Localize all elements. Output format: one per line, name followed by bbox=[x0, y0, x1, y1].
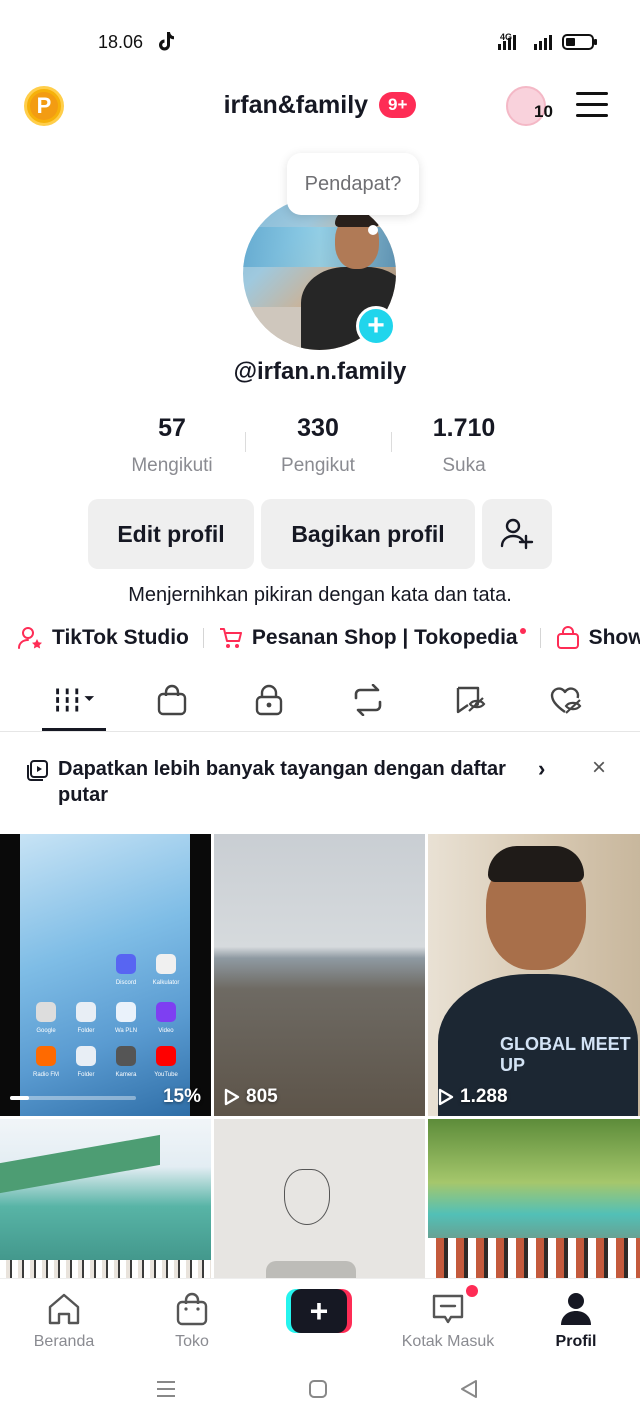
share-profile-button[interactable]: Bagikan profil bbox=[261, 499, 475, 569]
lock-icon bbox=[255, 684, 283, 716]
video-tile[interactable]: Discord Kalkulator Google Folder Wa PLN … bbox=[0, 834, 211, 1116]
stat-value: 57 bbox=[158, 414, 186, 442]
video-tile[interactable] bbox=[0, 1119, 211, 1278]
play-icon bbox=[224, 1088, 240, 1106]
shop-bag-icon bbox=[157, 684, 187, 716]
nav-shop[interactable]: Toko bbox=[142, 1289, 242, 1351]
bubble-tail bbox=[368, 225, 378, 235]
cart-icon bbox=[219, 628, 242, 648]
stat-value: 1.710 bbox=[432, 414, 496, 442]
recent-apps-icon[interactable] bbox=[154, 1379, 178, 1399]
edit-profile-button[interactable]: Edit profil bbox=[88, 499, 254, 569]
add-user-icon bbox=[500, 518, 534, 550]
tab-liked[interactable] bbox=[542, 680, 590, 720]
home-icon bbox=[48, 1293, 80, 1325]
tab-private[interactable] bbox=[245, 680, 293, 720]
add-friend-button[interactable] bbox=[482, 499, 552, 569]
inbox-notification-dot bbox=[466, 1285, 478, 1297]
nav-home[interactable]: Beranda bbox=[14, 1289, 114, 1351]
video-tile[interactable] bbox=[214, 1119, 425, 1278]
tiktok-notification-icon bbox=[159, 32, 174, 51]
link-divider bbox=[539, 628, 541, 648]
status-bar: 18.06 4G bbox=[0, 0, 640, 86]
link-label: TikTok Studio bbox=[52, 626, 189, 649]
opinion-bubble[interactable]: Pendapat? bbox=[287, 153, 419, 215]
shop-icon bbox=[176, 1292, 208, 1326]
nav-label: Toko bbox=[175, 1333, 209, 1350]
stat-following[interactable]: 57 Mengikuti bbox=[99, 414, 245, 484]
profile-links: TikTok Studio Pesanan Shop | Tokopedia S… bbox=[18, 620, 640, 656]
favorites-icon bbox=[456, 686, 486, 714]
link-label: Pesanan Shop | Tokopedia bbox=[251, 626, 518, 649]
close-icon[interactable]: × bbox=[592, 754, 606, 782]
view-count: 1.288 bbox=[438, 1086, 508, 1108]
hamburger-menu-icon[interactable] bbox=[576, 92, 608, 118]
stat-divider bbox=[391, 432, 392, 452]
profile-bio: Menjernihkan pikiran dengan kata dan tat… bbox=[128, 584, 512, 606]
upload-progress-bar bbox=[10, 1096, 136, 1100]
battery-icon bbox=[562, 34, 597, 50]
view-count: 805 bbox=[224, 1086, 278, 1108]
tab-reposts[interactable] bbox=[344, 680, 392, 720]
shirt-text: GLOBAL MEET UP bbox=[500, 1034, 631, 1075]
profile-header: P irfan&family 9+ 10 bbox=[0, 86, 640, 146]
banner-text: Dapatkan lebih banyak tayangan dengan da… bbox=[58, 758, 506, 806]
videos-grid-icon bbox=[56, 688, 95, 712]
playlist-icon bbox=[27, 760, 48, 781]
inbox-icon bbox=[432, 1294, 464, 1324]
upload-progress-text: 15% bbox=[162, 1086, 201, 1107]
tiktok-studio-link[interactable]: TikTok Studio bbox=[18, 626, 189, 650]
plus-icon: + bbox=[291, 1289, 347, 1333]
video-grid: Discord Kalkulator Google Folder Wa PLN … bbox=[0, 834, 640, 1278]
status-time: 18.06 bbox=[98, 32, 144, 52]
play-icon bbox=[438, 1088, 454, 1106]
profile-stats: 57 Mengikuti 330 Pengikut 1.710 Suka bbox=[99, 414, 539, 484]
stat-divider bbox=[245, 432, 246, 452]
create-button[interactable]: + bbox=[286, 1289, 352, 1333]
tokopedia-orders-link[interactable]: Pesanan Shop | Tokopedia bbox=[218, 626, 526, 650]
home-button-icon[interactable] bbox=[308, 1379, 328, 1399]
stat-label: Suka bbox=[442, 455, 486, 476]
video-tile[interactable]: GLOBAL MEET UP 1.288 bbox=[428, 834, 640, 1116]
system-nav-bar bbox=[0, 1360, 640, 1422]
signal-icon: 4G bbox=[498, 32, 552, 50]
bottom-nav: Beranda Toko + Kotak Masuk Profil bbox=[0, 1278, 640, 1360]
notification-badge: 9+ bbox=[379, 92, 417, 119]
nav-label: Beranda bbox=[33, 1333, 95, 1350]
showcase-link[interactable]: Show bbox=[555, 626, 640, 650]
video-tile[interactable] bbox=[428, 1119, 640, 1278]
playlist-banner[interactable]: Dapatkan lebih banyak tayangan dengan da… bbox=[26, 754, 626, 812]
repost-icon bbox=[354, 684, 382, 716]
stat-value: 330 bbox=[297, 414, 339, 442]
stat-label: Mengikuti bbox=[131, 455, 213, 476]
profile-visitors-count: 10 bbox=[534, 102, 553, 121]
stat-label: Pengikut bbox=[281, 455, 355, 476]
content-tabs bbox=[0, 670, 640, 732]
username: @irfan.n.family bbox=[233, 358, 407, 385]
link-divider bbox=[202, 628, 204, 648]
person-star-icon bbox=[18, 627, 42, 649]
video-tile[interactable]: 805 bbox=[214, 834, 425, 1116]
nav-label: Kotak Masuk bbox=[401, 1333, 495, 1350]
profile-icon bbox=[561, 1293, 591, 1325]
add-story-button[interactable]: + bbox=[356, 306, 396, 346]
link-label: Show bbox=[588, 626, 640, 649]
tab-videos[interactable] bbox=[48, 680, 96, 720]
tab-shop[interactable] bbox=[148, 680, 196, 720]
video-thumbnail: Discord Kalkulator Google Folder Wa PLN … bbox=[20, 834, 190, 1116]
chevron-right-icon[interactable]: › bbox=[538, 756, 545, 782]
new-dot bbox=[519, 628, 526, 634]
nav-inbox[interactable]: Kotak Masuk bbox=[398, 1289, 498, 1351]
stat-likes[interactable]: 1.710 Suka bbox=[391, 414, 537, 484]
account-name: irfan&family bbox=[223, 90, 369, 119]
nav-profile[interactable]: Profil bbox=[526, 1289, 626, 1351]
back-icon[interactable] bbox=[458, 1379, 480, 1399]
tab-favorites[interactable] bbox=[446, 680, 494, 720]
stat-followers[interactable]: 330 Pengikut bbox=[245, 414, 391, 484]
liked-icon bbox=[550, 687, 582, 714]
shopping-bag-icon bbox=[556, 626, 579, 649]
nav-label: Profil bbox=[555, 1333, 597, 1350]
active-tab-indicator bbox=[42, 728, 106, 731]
